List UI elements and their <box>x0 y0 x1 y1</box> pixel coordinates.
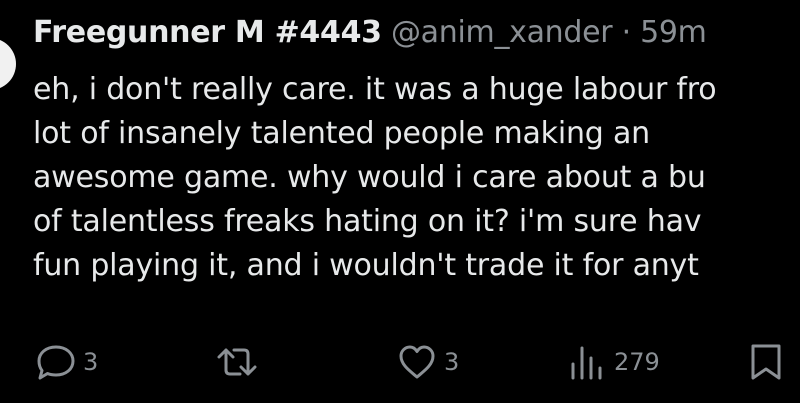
tweet-text-line: lot of insanely talented people making a… <box>33 116 650 151</box>
repost-icon <box>216 342 258 382</box>
bookmark-icon <box>745 342 787 382</box>
author-name[interactable]: Freegunner M #4443 <box>33 15 382 50</box>
bookmark-button[interactable] <box>745 342 793 382</box>
author-handle[interactable]: @anim_xander <box>391 15 613 50</box>
like-count: 3 <box>444 348 460 376</box>
views-icon <box>566 342 608 382</box>
reply-icon <box>35 342 77 382</box>
tweet-timestamp[interactable]: 59m <box>640 15 707 50</box>
tweet-text-line: of talentless freaks hating on it? i'm s… <box>33 204 702 239</box>
avatar[interactable] <box>0 38 16 90</box>
tweet-text-line: awesome game. why would i care about a b… <box>33 160 706 195</box>
reply-count: 3 <box>83 348 99 376</box>
views-count: 279 <box>614 348 660 376</box>
tweet-text-line: fun playing it, and i wouldn't trade it … <box>33 248 699 283</box>
tweet-text: eh, i don't really care. it was a huge l… <box>33 68 800 288</box>
header-separator: · <box>621 15 632 50</box>
views-button[interactable]: 279 <box>566 342 660 382</box>
tweet-header: Freegunner M #4443 @anim_xander · 59m <box>33 13 707 53</box>
reply-button[interactable]: 3 <box>35 342 98 382</box>
repost-button[interactable] <box>216 342 264 382</box>
tweet-text-line: eh, i don't really care. it was a huge l… <box>33 72 717 107</box>
heart-icon <box>396 342 438 382</box>
like-button[interactable]: 3 <box>396 342 459 382</box>
